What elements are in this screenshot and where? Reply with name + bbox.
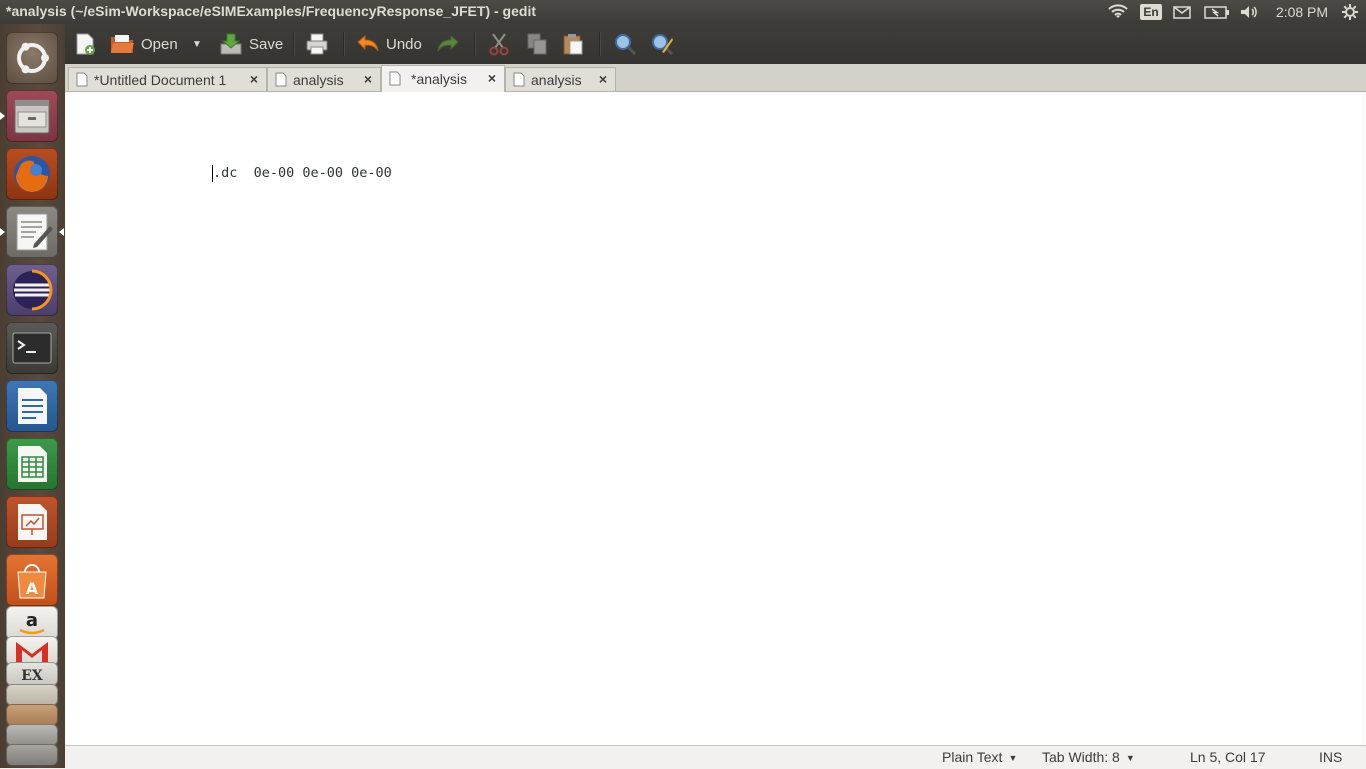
text-editor-focused-indicator xyxy=(59,228,64,236)
tab-analysis-active[interactable]: *analysis × xyxy=(381,65,505,92)
wifi-icon[interactable] xyxy=(1106,0,1130,24)
top-panel: *analysis (~/eSim-Workspace/eSIMExamples… xyxy=(0,0,1366,24)
redo-button[interactable] xyxy=(436,30,462,58)
clock-label: 2:08 PM xyxy=(1275,4,1329,20)
find-replace-button[interactable] xyxy=(650,30,674,58)
open-folder-icon xyxy=(111,35,134,53)
tab-bar: *Untitled Document 1 × analysis × *analy… xyxy=(65,64,1366,92)
mail-icon[interactable] xyxy=(1171,0,1193,24)
text-editor-running-indicator xyxy=(0,228,5,236)
close-tab-icon[interactable]: × xyxy=(364,71,372,87)
text-editor-area[interactable]: .dc 0e-00 0e-00 0e-00 xyxy=(65,92,1366,745)
open-recent-dropdown[interactable]: ▼ xyxy=(192,30,204,58)
redo-arrow-icon xyxy=(437,34,459,52)
volume-icon[interactable] xyxy=(1238,0,1262,24)
copy-button[interactable] xyxy=(526,30,550,58)
toolbar-separator xyxy=(474,32,476,56)
document-icon xyxy=(513,72,525,87)
search-icon xyxy=(615,34,637,56)
open-label: Open xyxy=(141,35,178,53)
text-editor-icon[interactable] xyxy=(6,206,58,258)
status-bar: Plain Text ▼ Tab Width: 8 ▼ Ln 5, Col 17 I… xyxy=(65,745,1366,769)
libreoffice-calc-icon[interactable] xyxy=(6,438,58,490)
chevron-down-icon: ▼ xyxy=(1125,753,1135,763)
tab-label: analysis xyxy=(293,72,344,88)
copy-icon xyxy=(527,33,547,55)
stacked-app-icon-2[interactable] xyxy=(6,704,58,726)
new-document-icon xyxy=(76,33,95,55)
open-button[interactable]: Open xyxy=(109,30,178,58)
svg-text:A: A xyxy=(26,579,39,598)
insert-mode-indicator: INS xyxy=(1319,749,1343,765)
editor-content[interactable]: .dc 0e-00 0e-00 0e-00 xyxy=(213,165,392,181)
stacked-app-icon-1[interactable] xyxy=(6,684,58,706)
chevron-down-icon: ▼ xyxy=(1008,753,1018,763)
document-icon xyxy=(275,72,287,87)
amazon-icon[interactable]: a xyxy=(6,606,58,640)
tab-label: analysis xyxy=(531,72,582,88)
cursor-position: Ln 5, Col 17 xyxy=(1190,749,1266,765)
printer-icon xyxy=(306,33,328,55)
tab-analysis-1[interactable]: analysis × xyxy=(267,67,381,91)
software-center-icon[interactable]: A xyxy=(6,554,58,606)
tab-analysis-2[interactable]: analysis × xyxy=(505,67,616,91)
clipboard-icon xyxy=(563,34,583,55)
tab-untitled-document-1[interactable]: *Untitled Document 1 × xyxy=(68,67,267,91)
settings-gear-icon[interactable] xyxy=(1338,0,1362,24)
language-label: En xyxy=(1140,4,1162,20)
language-label: Plain Text xyxy=(942,749,1003,765)
launcher: A a EX xyxy=(0,24,66,768)
terminal-icon[interactable] xyxy=(6,322,58,374)
language-selector[interactable]: Plain Text ▼ xyxy=(942,749,1017,765)
toolbar-separator xyxy=(599,32,601,56)
latex-editor-icon[interactable]: EX xyxy=(6,662,58,686)
tab-label: *Untitled Document 1 xyxy=(94,72,227,88)
tab-label: *analysis xyxy=(411,71,468,87)
cut-button[interactable] xyxy=(488,30,512,58)
save-icon xyxy=(220,33,242,55)
close-tab-icon[interactable]: × xyxy=(599,71,607,87)
scissors-icon xyxy=(489,33,509,56)
paste-button[interactable] xyxy=(562,30,586,58)
find-replace-icon xyxy=(652,34,674,56)
undo-label: Undo xyxy=(386,35,422,53)
ubuntu-dash-icon[interactable] xyxy=(6,32,58,84)
toolbar-separator xyxy=(293,32,295,56)
files-icon[interactable] xyxy=(6,90,58,142)
chevron-down-icon: ▼ xyxy=(192,38,202,50)
battery-icon[interactable] xyxy=(1203,0,1231,24)
window-title: *analysis (~/eSim-Workspace/eSIMExamples… xyxy=(6,3,536,19)
undo-button[interactable]: Undo xyxy=(356,30,422,58)
stacked-app-icon-3[interactable] xyxy=(6,724,58,746)
toolbar: Open ▼ Save Undo xyxy=(65,24,1366,65)
document-icon xyxy=(389,71,401,86)
close-tab-icon[interactable]: × xyxy=(250,71,258,87)
svg-text:EX: EX xyxy=(21,668,43,684)
close-tab-icon[interactable]: × xyxy=(488,70,496,86)
save-button[interactable]: Save xyxy=(219,30,283,58)
libreoffice-writer-icon[interactable] xyxy=(6,380,58,432)
libreoffice-impress-icon[interactable] xyxy=(6,496,58,548)
tab-width-selector[interactable]: Tab Width: 8 ▼ xyxy=(1042,749,1135,765)
clock[interactable]: 2:08 PM xyxy=(1272,0,1332,24)
eclipse-icon[interactable] xyxy=(6,264,58,316)
files-running-indicator xyxy=(0,112,5,120)
toolbar-separator xyxy=(343,32,345,56)
trash-icon[interactable] xyxy=(6,744,58,766)
firefox-icon[interactable] xyxy=(6,148,58,200)
undo-arrow-icon xyxy=(357,34,379,52)
document-icon xyxy=(76,72,88,87)
keyboard-language-indicator[interactable]: En xyxy=(1140,0,1162,24)
tab-width-label: Tab Width: 8 xyxy=(1042,749,1120,765)
svg-text:a: a xyxy=(26,610,38,631)
new-document-button[interactable] xyxy=(73,30,99,58)
save-label: Save xyxy=(249,35,284,53)
find-button[interactable] xyxy=(613,30,637,58)
print-button[interactable] xyxy=(305,30,331,58)
vertical-scrollbar[interactable] xyxy=(1362,92,1366,745)
